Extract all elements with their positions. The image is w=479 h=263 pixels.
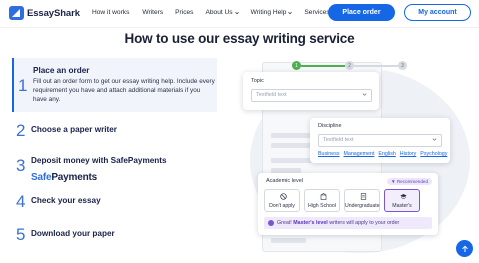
chevron-down-icon xyxy=(362,93,367,96)
order-form-illustration: 1 2 3 Topic Textfield text Discipline Te… xyxy=(232,58,472,258)
nav-prices[interactable]: Prices xyxy=(175,9,193,16)
nav-label: Services xyxy=(304,9,330,16)
level-option-high-school[interactable]: High School xyxy=(304,189,340,212)
notice-bold: Master's level xyxy=(293,220,328,226)
nav-about-us[interactable]: About Us xyxy=(205,9,239,16)
logo-part: Safe xyxy=(31,172,52,183)
level-notice: Great! Master's level writers will apply… xyxy=(264,217,432,229)
chevron-down-icon xyxy=(234,11,239,14)
step-title: Check your essay xyxy=(31,196,101,205)
discipline-placeholder: Textfield text xyxy=(323,137,354,143)
page-title: How to use our essay writing service xyxy=(124,31,355,46)
my-account-button[interactable]: My account xyxy=(404,4,471,21)
discipline-tag[interactable]: History xyxy=(400,151,416,157)
arrow-up-icon xyxy=(461,245,468,252)
level-label: High School xyxy=(308,203,336,209)
level-label: Undergraduate xyxy=(345,203,380,209)
progress-bar xyxy=(301,64,345,67)
level-option-undergraduate[interactable]: Undergraduate xyxy=(344,189,380,212)
step-item-place-order[interactable]: 1 Place an order Fill out an order form … xyxy=(12,58,217,112)
placeholder-line xyxy=(271,238,306,243)
safepayments-logo: SafePayments xyxy=(31,172,97,183)
discipline-input[interactable]: Textfield text xyxy=(318,134,442,147)
progress-step: 2 xyxy=(345,61,354,70)
step-number: 3 xyxy=(16,156,26,175)
nav-label: Prices xyxy=(175,9,194,16)
discipline-suggestions: Business Management English History Psyc… xyxy=(318,151,451,157)
step-item-choose-writer[interactable]: 2 Choose a paper writer xyxy=(12,121,217,143)
scroll-to-top-button[interactable] xyxy=(456,240,473,257)
step-item-download-paper[interactable]: 5 Download your paper xyxy=(12,225,217,247)
discipline-tag[interactable]: Business xyxy=(318,151,340,157)
step-number: 4 xyxy=(16,192,26,211)
notice-suffix: writers will apply to your order xyxy=(329,220,400,226)
form-progress: 1 2 3 xyxy=(292,61,407,70)
step-title: Download your paper xyxy=(31,229,115,238)
topic-placeholder: Textfield text xyxy=(256,92,287,98)
discipline-tag[interactable]: Management xyxy=(344,151,375,157)
graduation-cap-icon xyxy=(400,194,407,199)
discipline-tag[interactable]: English xyxy=(378,151,395,157)
site-header: EssayShark How it works Writers Prices A… xyxy=(0,0,479,27)
academic-level-options: Don't apply High School Undergraduate Ma… xyxy=(264,189,424,212)
nav-writing-help[interactable]: Writing Help xyxy=(251,9,293,16)
main-nav: How it works Writers Prices About Us Wri… xyxy=(92,9,336,16)
step-title: Place an order xyxy=(33,66,90,75)
topic-label: Topic xyxy=(251,78,264,84)
level-label: Master's xyxy=(392,203,412,209)
nav-how-it-works[interactable]: How it works xyxy=(92,9,129,16)
discipline-label: Discipline xyxy=(318,123,342,129)
header-divider xyxy=(0,27,479,28)
academic-level-label: Academic level xyxy=(266,178,303,184)
progress-step: 1 xyxy=(292,61,301,70)
nav-label: Writers xyxy=(142,9,164,16)
topic-card: Topic Textfield text xyxy=(243,72,379,110)
brand-logo[interactable]: EssayShark xyxy=(9,6,80,20)
step-title: Deposit money with SafePayments xyxy=(31,156,167,165)
level-option-dont-apply[interactable]: Don't apply xyxy=(264,189,300,212)
step-item-deposit-money[interactable]: 3 Deposit money with SafePayments SafePa… xyxy=(12,154,217,186)
step-description: Fill out an order form to get our essay … xyxy=(33,78,215,103)
notice-prefix: Great! xyxy=(277,220,292,226)
step-number: 1 xyxy=(18,76,28,95)
check-circle-icon xyxy=(268,220,274,226)
recommended-badge: ▼ Recommended xyxy=(387,178,432,185)
level-option-masters[interactable]: Master's xyxy=(384,189,420,212)
shark-fin-icon xyxy=(9,6,24,20)
badge-text: Recommended xyxy=(396,179,428,184)
progress-bar xyxy=(354,64,398,67)
nav-writers[interactable]: Writers xyxy=(142,9,163,16)
step-number: 5 xyxy=(16,225,26,244)
place-order-button[interactable]: Place order xyxy=(328,4,395,21)
nav-label: About Us xyxy=(205,9,233,16)
school-icon xyxy=(320,193,327,200)
placeholder-line xyxy=(271,133,311,138)
level-label: Don't apply xyxy=(269,203,295,209)
nav-label: Writing Help xyxy=(250,9,287,16)
step-number: 2 xyxy=(16,121,26,140)
chevron-down-icon xyxy=(432,138,437,141)
nav-label: How it works xyxy=(92,9,130,16)
discipline-tag[interactable]: Psychology xyxy=(420,151,447,157)
progress-step: 3 xyxy=(398,61,407,70)
ban-icon xyxy=(280,193,287,200)
discipline-card: Discipline Textfield text Business Manag… xyxy=(310,118,450,163)
step-title: Choose a paper writer xyxy=(31,125,117,134)
chevron-down-icon xyxy=(288,11,293,14)
topic-input[interactable]: Textfield text xyxy=(251,89,372,102)
logo-part: Payments xyxy=(51,172,97,183)
step-item-check-essay[interactable]: 4 Check your essay xyxy=(12,192,217,214)
brand-name: EssayShark xyxy=(27,7,80,19)
document-icon xyxy=(360,193,367,200)
academic-level-card: Academic level ▼ Recommended Don't apply… xyxy=(258,173,438,235)
